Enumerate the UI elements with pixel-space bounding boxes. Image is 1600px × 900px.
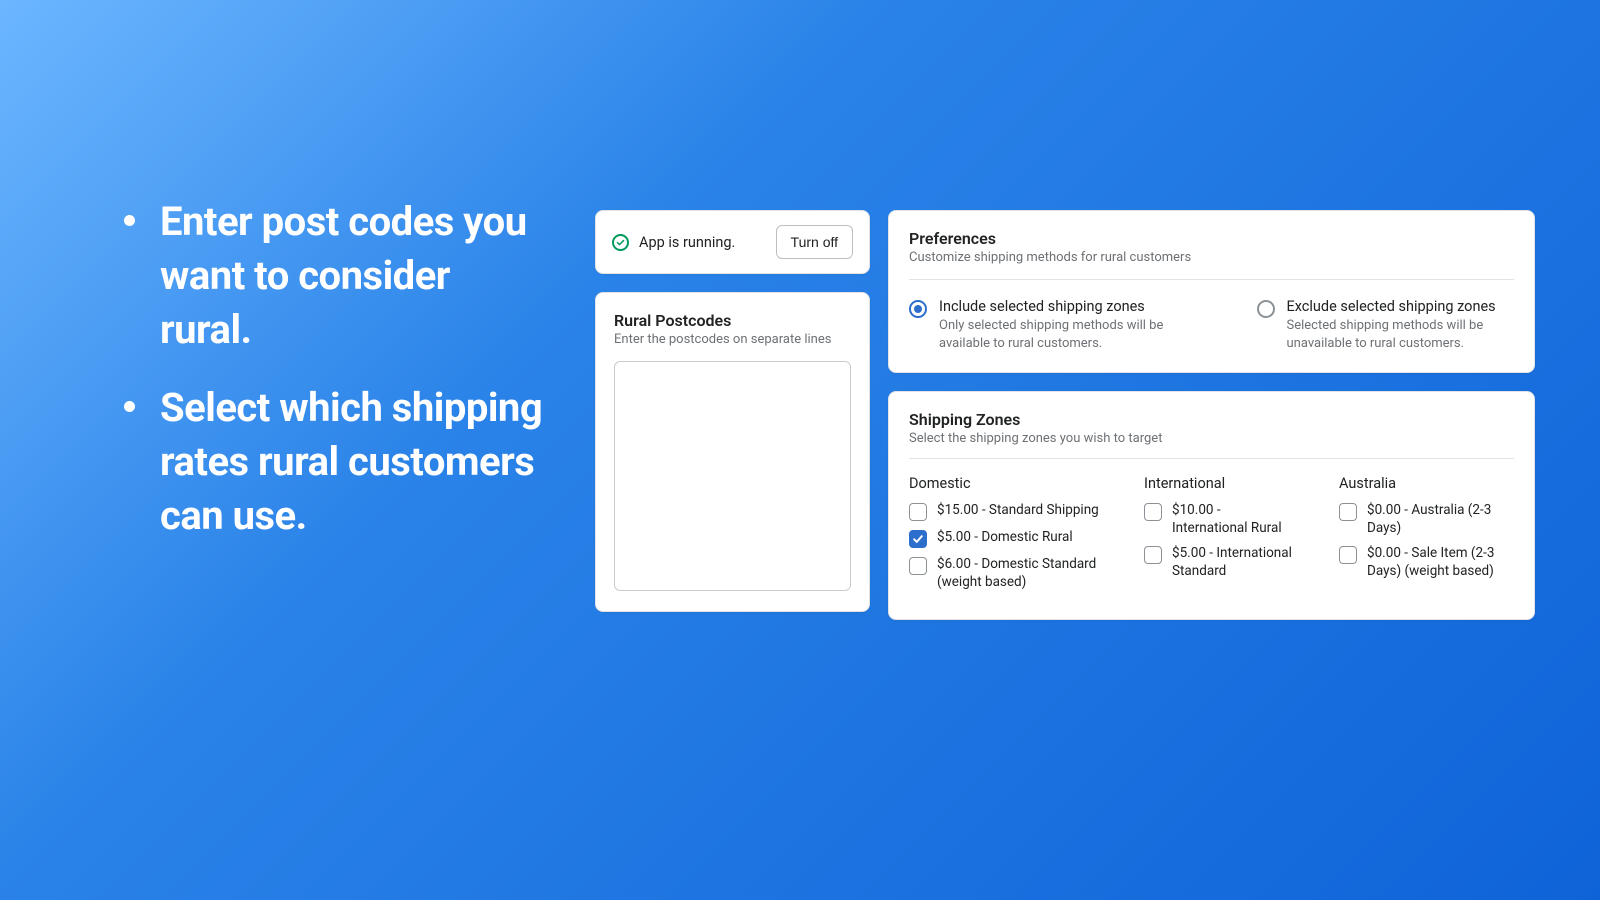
checkbox-icon[interactable] [1144,503,1162,521]
checkbox-icon[interactable] [909,557,927,575]
rural-postcodes-title: Rural Postcodes [614,311,851,330]
pref-option-label: Include selected shipping zones [939,298,1167,315]
checkbox-icon[interactable] [909,530,927,548]
rate-label: $15.00 - Standard Shipping [937,502,1099,520]
postcodes-input[interactable] [614,361,851,591]
zone-column-domestic: Domestic $15.00 - Standard Shipping $5.0… [909,475,1104,599]
check-circle-icon [612,234,629,251]
app-panel: App is running. Turn off Rural Postcodes… [595,210,1535,608]
pref-option-label: Exclude selected shipping zones [1287,298,1515,315]
rate-label: $5.00 - International Standard [1172,545,1299,580]
radio-icon[interactable] [909,300,927,318]
rate-label: $5.00 - Domestic Rural [937,529,1073,547]
rate-row[interactable]: $0.00 - Sale Item (2-3 Days) (weight bas… [1339,545,1514,580]
rate-row[interactable]: $10.00 - International Rural [1144,502,1299,537]
preferences-radio-group: Include selected shipping zones Only sel… [909,298,1514,352]
rate-row[interactable]: $0.00 - Australia (2-3 Days) [1339,502,1514,537]
promo-panel: Enter post codes you want to consider ru… [118,195,548,567]
zone-title: International [1144,475,1299,492]
zone-title: Domestic [909,475,1104,492]
checkbox-icon[interactable] [909,503,927,521]
promo-bullet: Enter post codes you want to consider ru… [118,195,548,357]
rural-postcodes-card: Rural Postcodes Enter the postcodes on s… [595,292,870,612]
shipping-zones-title: Shipping Zones [909,410,1514,429]
checkbox-icon[interactable] [1339,503,1357,521]
rate-row[interactable]: $15.00 - Standard Shipping [909,502,1104,521]
rate-label: $6.00 - Domestic Standard (weight based) [937,556,1104,591]
pref-option-desc: Only selected shipping methods will be a… [939,317,1167,352]
status-text: App is running. [639,234,735,251]
pref-option-include[interactable]: Include selected shipping zones Only sel… [909,298,1167,352]
pref-option-exclude[interactable]: Exclude selected shipping zones Selected… [1257,298,1515,352]
zone-title: Australia [1339,475,1514,492]
preferences-card: Preferences Customize shipping methods f… [888,210,1535,373]
checkbox-icon[interactable] [1339,546,1357,564]
preferences-title: Preferences [909,229,1514,248]
radio-icon[interactable] [1257,300,1275,318]
turn-off-button[interactable]: Turn off [776,225,853,259]
checkbox-icon[interactable] [1144,546,1162,564]
preferences-subtitle: Customize shipping methods for rural cus… [909,250,1514,265]
rate-label: $10.00 - International Rural [1172,502,1299,537]
rate-label: $0.00 - Sale Item (2-3 Days) (weight bas… [1367,545,1514,580]
rate-label: $0.00 - Australia (2-3 Days) [1367,502,1514,537]
promo-bullet: Select which shipping rates rural custom… [118,381,548,543]
rate-row[interactable]: $5.00 - Domestic Rural [909,529,1104,548]
zone-column-australia: Australia $0.00 - Australia (2-3 Days) $… [1339,475,1514,599]
shipping-zones-card: Shipping Zones Select the shipping zones… [888,391,1535,620]
rate-row[interactable]: $5.00 - International Standard [1144,545,1299,580]
shipping-zones-subtitle: Select the shipping zones you wish to ta… [909,431,1514,446]
pref-option-desc: Selected shipping methods will be unavai… [1287,317,1515,352]
status-card: App is running. Turn off [595,210,870,274]
zone-column-international: International $10.00 - International Rur… [1144,475,1299,599]
rate-row[interactable]: $6.00 - Domestic Standard (weight based) [909,556,1104,591]
rural-postcodes-subtitle: Enter the postcodes on separate lines [614,332,851,347]
